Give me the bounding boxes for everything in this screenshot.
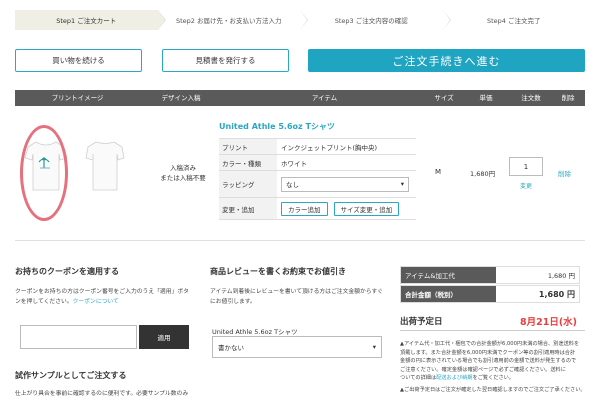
header-item: アイテム [311,94,338,102]
coupon-desc-line1: クーポンをお持ちの方はクーポン番号をご入力のうえ「適用」ボタ [15,289,189,295]
item-fee-row: アイテム&加工代 1,680 円 [400,266,580,284]
wrapping-select-value: なし [286,181,299,189]
step-3-label: Step3 ご注文内容の確認 [334,17,408,25]
step-1-label: Step1 ご注文カート [56,17,117,25]
total-value: 1,680 円 [538,289,575,299]
review-desc-line2: にお値引します。 [210,299,256,305]
product-price: 1,680円 [470,170,496,178]
chevron-down-icon: ▾ [372,343,376,351]
review-desc-line1: アイテム到着後にレビューを書いて頂ける方はご注文金額からすぐ [210,289,384,295]
step-4: Step4 ご注文完了 [442,10,585,30]
sample-title: 試作サンプルとしてご注文する [15,371,127,380]
delete-link[interactable]: 削除 [558,168,571,178]
ship-date-label: 出荷予定日 [400,317,443,327]
coupon-info-link[interactable]: クーポンについて [73,299,119,305]
header-delete: 削除 [561,94,575,102]
tshirt-back-image[interactable] [85,140,125,192]
step-2-label: Step2 お届け先・お支払い方法入力 [175,17,282,25]
spec-change-key: 変更・追加 [219,198,277,219]
review-title: 商品レビューを書くお約束でお値引き [210,267,346,276]
spec-print-key: プリント [219,139,277,154]
header-size: サイズ [434,94,454,102]
quantity-input[interactable]: 1 [509,157,543,176]
step-3: Step3 ご注文内容の確認 [300,10,451,30]
review-select[interactable]: 書かない ▾ [212,336,382,358]
sample-description: 仕上がり具合を事前に確認するのに便利です。必要サンプル数のみ [15,391,189,397]
product-spec-table: プリント インクジェットプリント(胸中央) カラー・種類 ホワイト ラッピング … [219,138,416,220]
note-line5: ついての詳細は [400,375,437,381]
item-fee-value: 1,680 円 [547,272,575,280]
spec-print-value: インクジェットプリント(胸中央) [281,143,378,152]
coupon-description: クーポンをお持ちの方はクーポン番号をご入力のうえ「適用」ボタ ンを押してください… [15,287,200,307]
note-line4: ご注意ください。確定金額は確認ページで必ずご確認ください。送料に [400,366,566,373]
add-color-button[interactable]: カラー追加 [281,201,328,216]
review-item-label: United Athle 5.6oz Tシャツ [212,328,298,336]
apply-coupon-button[interactable]: 適用 [139,325,189,349]
note-line3: 金額の円に表示されている場合でも割引適用前の金額で送料が発生するので [400,358,577,364]
step-4-label: Step4 ご注文完了 [486,17,541,25]
note-line5-end: をご覧ください。 [472,375,515,381]
spec-color-key: カラー・種類 [219,155,277,170]
coupon-title: お持ちのクーポンを適用する [15,267,119,276]
product-title-link[interactable]: United Athle 5.6oz Tシャツ [219,121,335,132]
design-status: 入稿済み または入稿不要 [148,163,218,183]
product-size: M [435,168,442,176]
design-status-line2: または入稿不要 [160,174,206,182]
note-line1: アイテム代・加工代・梱包での合計金額が6,000円未満の場合、別途送料を [404,341,580,347]
step-2: Step2 お届け先・お支払い方法入力 [157,10,308,30]
coupon-code-input[interactable] [20,325,137,349]
delivery-info-link[interactable]: 配送および納期 [436,375,472,381]
header-qty: 注文数 [521,94,541,102]
continue-shopping-button[interactable]: 買い物を続ける [15,49,142,72]
spec-wrap-key: ラッピング [219,171,277,197]
total-label: 合計金額（税別） [401,286,496,302]
header-design: デザイン入稿 [161,94,201,102]
note-line6: ご出荷予定日はご注文が確定した翌日確認しますのでご注文ご了承ください。 [404,386,586,393]
issue-estimate-button[interactable]: 見積書を発行する [162,49,289,72]
review-description: アイテム到着後にレビューを書いて頂ける方はご注文金額からすぐ にお値引します。 [210,287,390,307]
divider [15,240,585,241]
ship-date-value: 8月21日(水) [520,317,578,328]
note-line2: 頂戴します。また合計金額を6,000円未満でクーポン等の割引適用時は合計 [400,349,576,356]
shipping-notes: ▲アイテム代・加工代・梱包での合計金額が6,000円未満の場合、別途送料を 頂戴… [400,340,590,394]
checkout-steps: Step1 ご注文カート Step2 お届け先・お支払い方法入力 Step3 ご… [15,10,585,30]
coupon-desc-line2: ンを押してください。 [15,299,73,305]
review-select-value: 書かない [218,344,244,352]
design-status-line1: 入稿済み [170,164,196,172]
ship-divider [400,330,585,331]
highlight-circle [20,125,68,221]
change-size-button[interactable]: サイズ変更・追加 [333,201,400,216]
chevron-down-icon: ▾ [400,180,404,188]
wrapping-select[interactable]: なし ▾ [281,176,409,192]
step-1: Step1 ご注文カート [15,10,166,30]
header-print-image: プリントイメージ [51,94,104,102]
spec-color-value: ホワイト [281,159,307,168]
total-row: 合計金額（税別） 1,680 円 [400,285,580,303]
item-fee-label: アイテム&加工代 [401,267,496,283]
cart-table-header: プリントイメージ デザイン入稿 アイテム サイズ 単価 注文数 削除 [15,90,585,106]
checkout-button[interactable]: ご注文手続きへ進む [308,49,585,72]
header-unit-price: 単価 [479,94,493,102]
quantity-change-link[interactable]: 変更 [520,181,532,190]
